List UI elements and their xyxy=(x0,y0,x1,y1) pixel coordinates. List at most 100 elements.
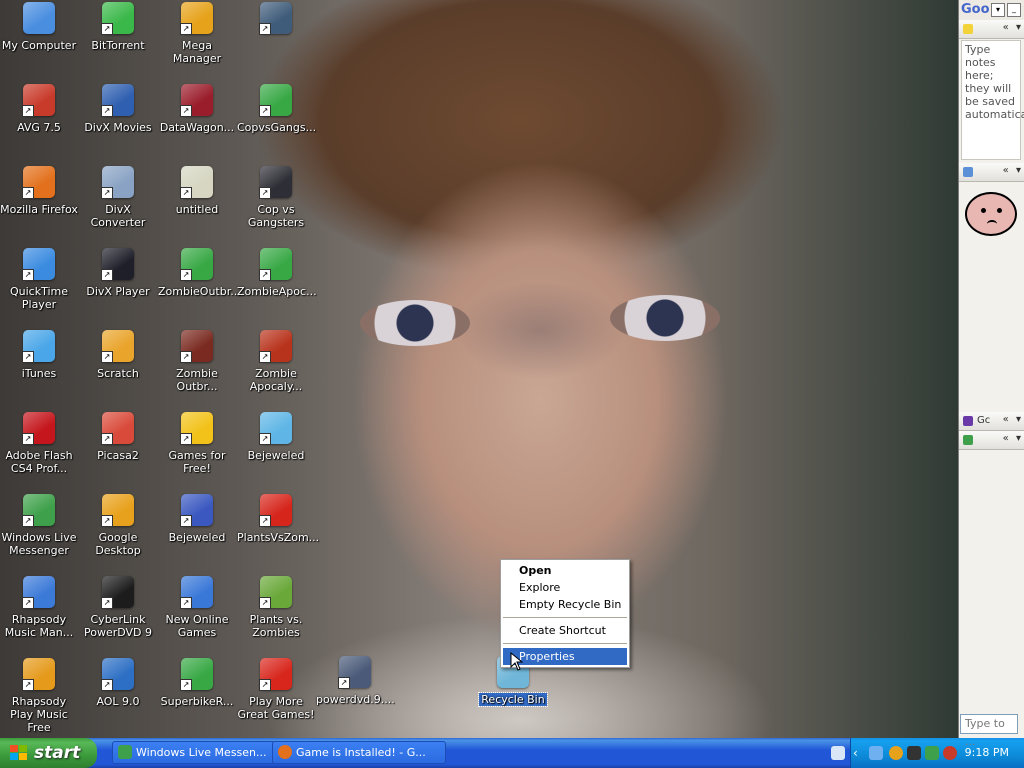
menu-item-empty-recycle-bin[interactable]: Empty Recycle Bin xyxy=(501,596,629,613)
start-label: start xyxy=(34,743,81,763)
plants-vs-zombies-icon: ↗ xyxy=(259,576,292,609)
desktop-icon-datawagon[interactable]: ↗ DataWagon... xyxy=(158,84,236,134)
desktop-icon-divx-converter[interactable]: ↗ DivX Converter xyxy=(79,166,157,229)
taskbar-button-messenger[interactable]: Windows Live Messen... xyxy=(112,741,286,764)
desktop-icon-adobe-flash-cs4-prof[interactable]: ↗ Adobe Flash CS4 Prof... xyxy=(0,412,78,475)
desktop-icon-play-more-great-games[interactable]: ↗ Play More Great Games! xyxy=(237,658,315,721)
desktop-icon-untitled[interactable]: ↗ untitled xyxy=(158,166,236,216)
tray-app-icon[interactable] xyxy=(907,746,921,760)
notes-textarea[interactable]: Type notes here; they will be saved auto… xyxy=(961,40,1024,160)
menu-item-explore[interactable]: Explore xyxy=(501,579,629,596)
gadget-controls-icon[interactable]: « ▾ xyxy=(1003,433,1023,444)
desktop-icon-plantsvszom[interactable]: ↗ PlantsVsZom... xyxy=(237,494,319,544)
menu-item-open[interactable]: Open xyxy=(501,562,629,579)
shortcut-arrow-icon: ↗ xyxy=(22,679,34,691)
news-icon xyxy=(963,416,973,426)
desktop-icon-google-desktop[interactable]: ↗ Google Desktop xyxy=(79,494,157,557)
plantsvszom-icon: ↗ xyxy=(259,494,292,527)
gadget-controls-icon[interactable]: « ▾ xyxy=(1003,414,1023,425)
desktop-icon-rhapsody-music-man[interactable]: ↗ Rhapsody Music Man... xyxy=(0,576,78,639)
zombie-outbr-icon: ↗ xyxy=(180,330,213,363)
system-tray: ‹ 9:18 PM xyxy=(831,738,1024,768)
desktop-icon-zombieoutbr[interactable]: ↗ ZombieOutbr... xyxy=(158,248,241,298)
desktop-icon-quicktime-player[interactable]: ↗ QuickTime Player xyxy=(0,248,78,311)
desktop-icon-avg-7-5[interactable]: ↗ AVG 7.5 xyxy=(0,84,78,134)
desktop-icon-rhapsody-play-music-free[interactable]: ↗ Rhapsody Play Music Free xyxy=(0,658,78,734)
datawagon-icon: ↗ xyxy=(180,84,213,117)
desktop-icon-superbiker[interactable]: ↗ SuperbikeR... xyxy=(158,658,236,708)
desktop-icon-cyberlink-powerdvd-9[interactable]: ↗ CyberLink PowerDVD 9 xyxy=(79,576,157,639)
gadget-controls-icon[interactable]: « ▾ xyxy=(1003,22,1023,33)
cyberlink-powerdvd-9-icon: ↗ xyxy=(101,576,134,609)
shortcut-arrow-icon: ↗ xyxy=(22,351,34,363)
divx-movies-icon: ↗ xyxy=(101,84,134,117)
desktop-icon-scratch[interactable]: ↗ Scratch xyxy=(79,330,157,380)
desktop-icon-label: CopvsGangs... xyxy=(237,121,317,134)
shortcut-arrow-icon: ↗ xyxy=(22,187,34,199)
shortcut-arrow-icon: ↗ xyxy=(101,269,113,281)
tray-app-icon[interactable] xyxy=(869,746,883,760)
tray-app-icon[interactable] xyxy=(943,746,957,760)
google-logo: Goo xyxy=(961,2,990,17)
rhapsody-music-man-icon: ↗ xyxy=(22,576,55,609)
google-desktop-sidebar: Goo ▾ _ « ▾ Type notes here; they will b… xyxy=(958,0,1024,738)
desktop-icon-games-for-free[interactable]: ↗ Games for Free! xyxy=(158,412,236,475)
messenger-tray-icon[interactable] xyxy=(925,746,939,760)
desktop-icon-label: powerdvd.9.... xyxy=(316,693,395,706)
desktop-icon-bejeweled[interactable]: ↗ Bejeweled xyxy=(158,494,236,544)
shortcut-arrow-icon: ↗ xyxy=(101,679,113,691)
shortcut-arrow-icon: ↗ xyxy=(259,269,271,281)
task-label: Game is Installed! - G... xyxy=(296,746,426,759)
shortcut-arrow-icon: ↗ xyxy=(101,515,113,527)
desktop-icon-itunes[interactable]: ↗ iTunes xyxy=(0,330,78,380)
desktop-icon-label: DataWagon... xyxy=(159,121,235,134)
shortcut-arrow-icon: ↗ xyxy=(180,515,192,527)
desktop-icon-aol-9-0[interactable]: ↗ AOL 9.0 xyxy=(79,658,157,708)
shortcut-arrow-icon: ↗ xyxy=(259,515,271,527)
desktop-icon-label: AVG 7.5 xyxy=(17,121,61,134)
desktop-icon-label: DivX Converter xyxy=(90,203,146,229)
shortcut-arrow-icon: ↗ xyxy=(22,597,34,609)
desktop-icon-divx-movies[interactable]: ↗ DivX Movies xyxy=(79,84,157,134)
desktop-icon-mega-manager[interactable]: ↗ Mega Manager xyxy=(158,2,236,65)
desktop-icon-cop-vs-gangsters[interactable]: ↗ Cop vs Gangsters xyxy=(237,166,315,229)
desktop-icon-zombie-outbr[interactable]: ↗ Zombie Outbr... xyxy=(158,330,236,393)
desktop-icon-label: Zombie Outbr... xyxy=(176,367,218,393)
desktop-icon-label: Recycle Bin xyxy=(478,692,548,707)
shortcut-arrow-icon: ↗ xyxy=(259,433,271,445)
desktop-icon-label: QuickTime Player xyxy=(9,285,69,311)
chevron-down-icon[interactable]: ▾ xyxy=(991,3,1005,17)
desktop-icon-bejeweled[interactable]: ↗ Bejeweled xyxy=(237,412,315,462)
desktop-icon-powerdvd-9[interactable]: ↗ powerdvd.9.... xyxy=(316,656,395,706)
keyboard-icon[interactable] xyxy=(831,746,845,760)
desktop-icon-new-online-games[interactable]: ↗ New Online Games xyxy=(158,576,236,639)
sidebar-search-input[interactable]: Type to ... xyxy=(960,714,1018,748)
desktop-icon-windows-live-messenger[interactable]: ↗ Windows Live Messenger xyxy=(0,494,78,557)
mega-manager-tray-icon[interactable] xyxy=(889,746,903,760)
desktop-icon-plants-vs-zombies[interactable]: ↗ Plants vs. Zombies xyxy=(237,576,315,639)
desktop-icon-divx-player[interactable]: ↗ DivX Player xyxy=(79,248,157,298)
desktop-icon-app[interactable]: ↗ xyxy=(237,2,315,39)
start-button[interactable]: start xyxy=(0,738,97,768)
desktop-icon-zombie-apocaly[interactable]: ↗ Zombie Apocaly... xyxy=(237,330,315,393)
shortcut-arrow-icon: ↗ xyxy=(259,597,271,609)
desktop-icon-my-computer[interactable]: My Computer xyxy=(0,2,78,52)
desktop-icon-label: Mozilla Firefox xyxy=(0,203,78,216)
desktop-icon-copvsgangs[interactable]: ↗ CopvsGangs... xyxy=(237,84,317,134)
itunes-icon: ↗ xyxy=(22,330,55,363)
windows-live-messenger-icon: ↗ xyxy=(22,494,55,527)
chevron-left-icon[interactable]: ‹ xyxy=(853,746,867,760)
taskbar-button-browser[interactable]: Game is Installed! - G... xyxy=(272,741,446,764)
untitled-icon: ↗ xyxy=(180,166,213,199)
shortcut-arrow-icon: ↗ xyxy=(101,23,113,35)
desktop-icon-zombieapoc[interactable]: ↗ ZombieApoc... xyxy=(237,248,317,298)
shortcut-arrow-icon: ↗ xyxy=(259,187,271,199)
desktop-icon-picasa2[interactable]: ↗ Picasa2 xyxy=(79,412,157,462)
desktop-icon-mozilla-firefox[interactable]: ↗ Mozilla Firefox xyxy=(0,166,78,216)
menu-item-create-shortcut[interactable]: Create Shortcut xyxy=(501,622,629,639)
minimize-icon[interactable]: _ xyxy=(1007,3,1021,17)
desktop-icon-bittorrent[interactable]: ↗ BitTorrent xyxy=(79,2,157,52)
gadget-controls-icon[interactable]: « ▾ xyxy=(1003,165,1023,176)
todo-gadget-header: « ▾ xyxy=(959,431,1024,450)
zombieapoc-icon: ↗ xyxy=(259,248,292,281)
